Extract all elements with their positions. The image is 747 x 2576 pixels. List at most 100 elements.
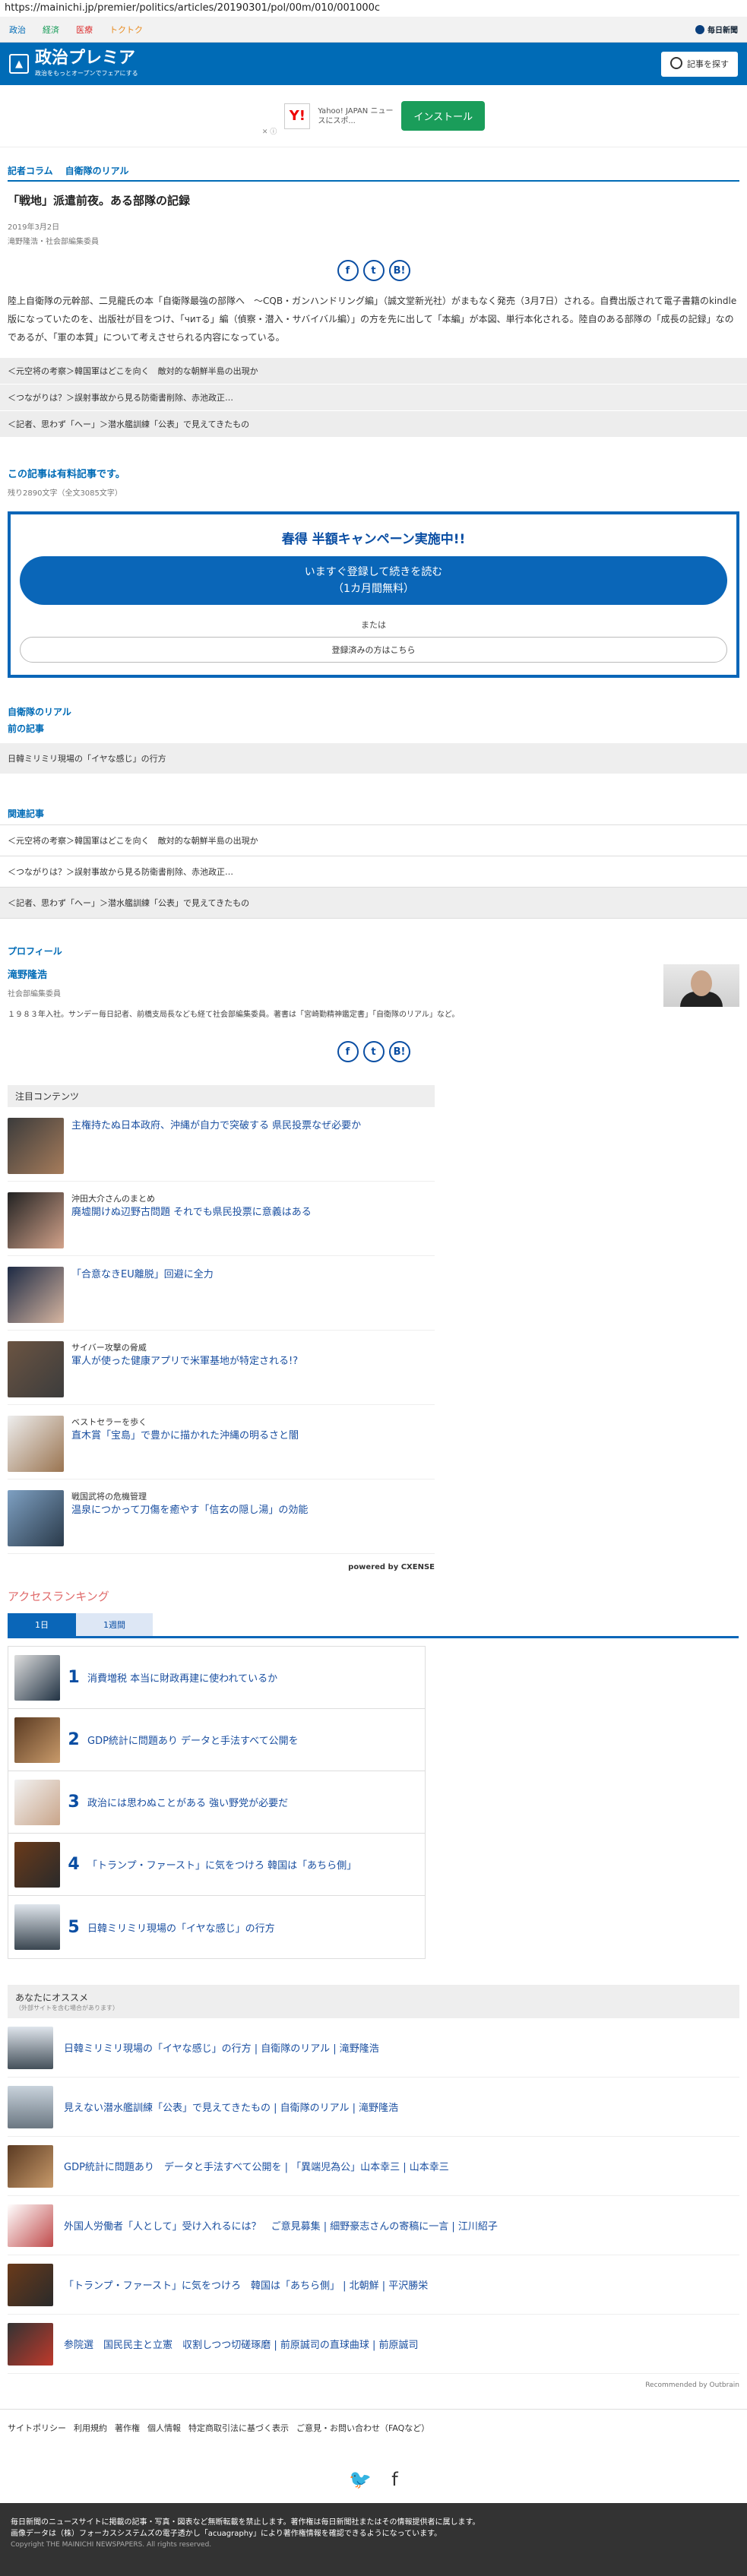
content-item[interactable]: 「合意なきEU離脱」回避に全力 — [8, 1256, 435, 1331]
ranking-item[interactable]: 5 日韓ミリミリ現場の「イヤな感じ」の行方 — [8, 1896, 425, 1958]
copyright: Copyright THE MAINICHI NEWSPAPERS. All r… — [11, 2541, 212, 2549]
profile-heading: プロフィール — [8, 946, 62, 957]
category-link[interactable]: 記者コラム — [8, 164, 53, 177]
ranking-item[interactable]: 3 政治には思わぬことがある 強い野党が必要だ — [8, 1771, 425, 1834]
notable-contents: 注目コンテンツ 主権持たぬ日本政府、沖縄が自力で突破する 県民投票なぜ必要か 沖… — [8, 1085, 435, 1554]
hatena-bookmark-icon[interactable]: B! — [388, 1041, 410, 1062]
mountain-icon: ▲ — [9, 54, 29, 74]
footer-link[interactable]: 特定商取引法に基づく表示 — [188, 2422, 289, 2434]
recommend-item[interactable]: GDP統計に問題あり データと手法すべて公開を | 「異端児為公」山本幸三 | … — [8, 2137, 739, 2196]
recommend-thumbnail — [8, 2144, 53, 2188]
ranking-thumbnail — [14, 1717, 60, 1763]
facebook-icon[interactable]: f — [337, 260, 359, 281]
content-item[interactable]: 主権持たぬ日本政府、沖縄が自力で突破する 県民投票なぜ必要か — [8, 1107, 435, 1182]
footer-data: 画像データは（株）フォーカスシステムズの電子透かし「acuagraphy」により… — [11, 2530, 442, 2538]
content-thumbnail — [8, 1267, 64, 1323]
mainichi-logo[interactable]: 毎日新聞 — [695, 24, 738, 35]
content-thumbnail — [8, 1416, 64, 1472]
hatena-bookmark-icon[interactable]: B! — [388, 260, 410, 281]
prev-label: 前の記事 — [8, 723, 45, 734]
profile-bio: １９８３年入社。サンデー毎日記者、前橋支局長なども経て社会部編集委員。著書は「宮… — [8, 1011, 460, 1019]
ranking-heading: アクセスランキング — [8, 1590, 109, 1603]
footer: 毎日新聞のニュースサイトに掲載の記事・写真・図表など無断転載を禁止します。著作権… — [0, 2503, 747, 2576]
recommend-item[interactable]: 見えない潜水艦訓練「公表」で見えてきたもの | 自衛隊のリアル | 滝野隆浩 — [8, 2078, 739, 2137]
recommend-item[interactable]: 日韓ミリミリ現場の「イヤな感じ」の行方 | 自衛隊のリアル | 滝野隆浩 — [8, 2018, 739, 2078]
facebook-icon[interactable]: f — [391, 2469, 397, 2490]
outbrain-credit[interactable]: Recommended by Outbrain — [8, 2381, 739, 2389]
article-author: 滝野隆浩・社会部編集委員 — [8, 238, 99, 246]
inline-related-item[interactable]: ＜つながりは？＞誤射事故から見る防衛書削除、赤池政正… — [0, 384, 747, 410]
ranking-item[interactable]: 4 「トランプ・ファースト」に気をつけろ 韓国は「あちら側」 — [8, 1834, 425, 1896]
ranking-thumbnail — [14, 1779, 60, 1825]
tab-1week[interactable]: 1週間 — [76, 1613, 153, 1636]
or-text: または — [361, 620, 386, 630]
related-item[interactable]: ＜元空将の考察＞韓国軍はどこを向く 敵対的な朝鮮半島の出現か — [0, 825, 747, 856]
logo-mark-icon — [695, 24, 704, 34]
ranking-thumbnail — [14, 1841, 60, 1888]
site-logo[interactable]: ▲ 政治プレミア 政治をもっとオープンでフェアにする — [9, 50, 138, 78]
ranking-item[interactable]: 2 GDP統計に問題あり データと手法すべて公開を — [8, 1709, 425, 1771]
content-thumbnail — [8, 1118, 64, 1174]
search-icon — [670, 57, 682, 71]
recommend-item[interactable]: 外国人労働者「人として」受け入れるには？ ご意見募集 | 細野豪志さんの寄稿に一… — [8, 2196, 739, 2255]
content-item[interactable]: 戦国武将の危機管理 温泉につかって刀傷を癒やす「信玄の隠し湯」の効能 — [8, 1479, 435, 1554]
cxense-credit[interactable]: powered by CXENSE — [8, 1563, 435, 1571]
site-title: 政治プレミア — [35, 49, 136, 68]
content-thumbnail — [8, 1341, 64, 1397]
profile-name[interactable]: 滝野隆浩 — [8, 967, 739, 981]
facebook-icon[interactable]: f — [337, 1041, 359, 1062]
recommend-thumbnail — [8, 2263, 53, 2306]
tab-1day[interactable]: 1日 — [8, 1613, 76, 1636]
nav-politics[interactable]: 政治 — [9, 24, 26, 36]
brand-bar: ▲ 政治プレミア 政治をもっとオープンでフェアにする 記事を探す — [0, 43, 747, 85]
ranking-item[interactable]: 1 消費増税 本当に財政再建に使われているか — [8, 1647, 425, 1709]
footer-link[interactable]: 利用規約 — [74, 2422, 107, 2434]
prev-article-link[interactable]: 日韓ミリミリ現場の「イヤな感じ」の行方 — [0, 743, 747, 774]
content-thumbnail — [8, 1490, 64, 1546]
footer-links: サイトポリシー 利用規約 著作権 個人情報 特定商取引法に基づく表示 ご意見・お… — [0, 2409, 747, 2446]
content-item[interactable]: ベストセラーを歩く 直木賞「宝島」で豊かに描かれた沖縄の明るさと闇 — [8, 1405, 435, 1479]
top-nav: 政治 経済 医療 トクトク 毎日新聞 — [0, 17, 747, 43]
ad-choices-icon[interactable]: ✕ ⓘ — [262, 126, 277, 136]
twitter-icon[interactable]: t — [362, 260, 385, 281]
paid-heading: この記事は有料記事です。 — [8, 469, 125, 480]
register-button[interactable]: いますぐ登録して続きを読む （1カ月間無料） — [20, 556, 727, 605]
ranking-list: 1 消費増税 本当に財政再建に使われているか 2 GDP統計に問題あり データと… — [8, 1646, 426, 1959]
url-bar[interactable]: https://mainichi.jp/premier/politics/art… — [0, 0, 747, 17]
footer-link[interactable]: 個人情報 — [147, 2422, 181, 2434]
recommend-thumbnail — [8, 2085, 53, 2128]
related-item[interactable]: ＜記者、思わず「へー」＞潜水艦訓練「公表」で見えてきたもの — [0, 888, 747, 919]
search-button[interactable]: 記事を探す — [661, 51, 738, 77]
nav-economy[interactable]: 経済 — [43, 24, 59, 36]
campaign-box: 春得 半額キャンペーン実施中!! いますぐ登録して続きを読む （1カ月間無料） … — [8, 511, 739, 678]
paywall-notice: この記事は有料記事です。 残り2890文字（全文3085文字） — [0, 437, 747, 498]
ranking-thumbnail — [14, 1654, 60, 1701]
inline-related-item[interactable]: ＜元空将の考察＞韓国軍はどこを向く 敵対的な朝鮮半島の出現か — [0, 357, 747, 384]
breadcrumb: 記者コラム 自衛隊のリアル — [8, 147, 739, 182]
related-item[interactable]: ＜つながりは？＞誤射事故から見る防衛書削除、赤池政正… — [0, 856, 747, 888]
footer-link[interactable]: サイトポリシー — [8, 2422, 66, 2434]
content-item[interactable]: サイバー攻撃の脅威 軍人が使った健康アプリで米軍基地が特定される!? — [8, 1331, 435, 1405]
install-button[interactable]: インストール — [401, 101, 486, 131]
social-links: 🐦 f — [0, 2469, 747, 2490]
recommend-thumbnail — [8, 2322, 53, 2366]
content-item[interactable]: 沖田大介さんのまとめ 廃墟開けぬ辺野古問題 それでも県民投票に意義はある — [8, 1182, 435, 1256]
footer-link[interactable]: ご意見・お問い合わせ（FAQなど） — [296, 2422, 429, 2434]
recommend-thumbnail — [8, 2026, 53, 2069]
article-lead: 陸上自衛隊の元幹部、二見龍氏の本「自衛隊最強の部隊へ ～CQB・ガンハンドリング… — [8, 296, 737, 343]
login-button[interactable]: 登録済みの方はこちら — [20, 637, 727, 663]
twitter-icon[interactable]: 🐦 — [349, 2469, 372, 2490]
recommend-item[interactable]: 参院選 国民民主と立憲 収割しつつ切磋琢磨 | 前原誠司の直球曲球 | 前原誠司 — [8, 2315, 739, 2374]
article-date: 2019年3月2日 — [8, 223, 60, 232]
page: https://mainichi.jp/premier/politics/art… — [0, 0, 747, 2576]
inline-related-item[interactable]: ＜記者、思わず「へー」＞潜水艦訓練「公表」で見えてきたもの — [0, 410, 747, 437]
series-link[interactable]: 自衛隊のリアル — [65, 164, 129, 177]
ad-banner[interactable]: ✕ ⓘ Y! Yahoo! JAPAN ニュースにスポ... インストール — [0, 85, 747, 147]
footer-link[interactable]: 著作権 — [115, 2422, 140, 2434]
inline-related-list: ＜元空将の考察＞韓国軍はどこを向く 敵対的な朝鮮半島の出現か ＜つながりは？＞誤… — [0, 357, 747, 437]
recommend-item[interactable]: 「トランプ・ファースト」に気をつけろ 韓国は「あちら側」 | 北朝鮮 | 平沢勝… — [8, 2255, 739, 2315]
nav-tokutoku[interactable]: トクトク — [109, 24, 143, 36]
series-label[interactable]: 自衛隊のリアル — [8, 704, 739, 720]
twitter-icon[interactable]: t — [362, 1041, 385, 1062]
nav-medical[interactable]: 医療 — [76, 24, 93, 36]
